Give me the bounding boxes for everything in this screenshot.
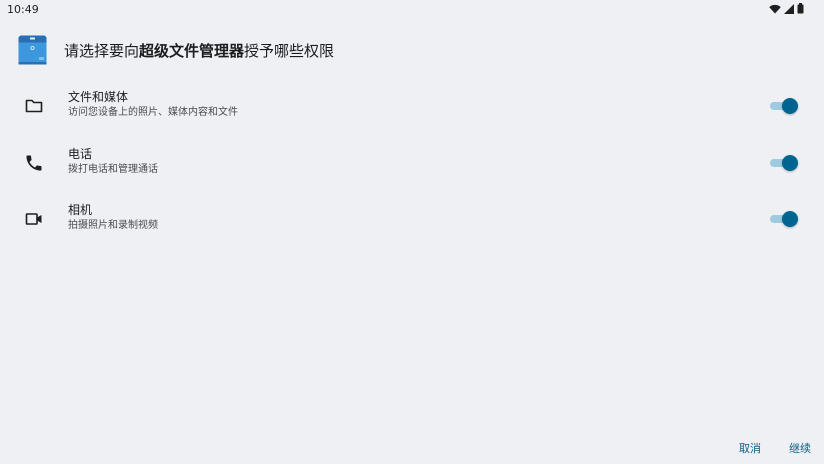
- files-media-toggle[interactable]: [770, 98, 798, 114]
- signal-icon: [784, 3, 794, 14]
- camera-toggle[interactable]: [770, 211, 798, 227]
- phone-icon: [26, 155, 42, 171]
- title-prefix: 请选择要向: [64, 41, 140, 60]
- permission-title: 电话: [68, 147, 93, 161]
- file-manager-app-icon: [18, 35, 47, 65]
- page-title: 请选择要向超级文件管理器授予哪些权限: [64, 40, 334, 61]
- toggle-thumb: [782, 211, 798, 227]
- wifi-icon: [769, 4, 781, 13]
- continue-button[interactable]: 继续: [785, 438, 815, 458]
- phone-toggle[interactable]: [770, 155, 798, 171]
- permission-description: 拨打电话和管理通话: [68, 164, 158, 175]
- permission-text: 电话 拨打电话和管理通话: [68, 147, 158, 177]
- cancel-button[interactable]: 取消: [735, 438, 765, 458]
- permission-row-camera[interactable]: 相机 拍摄照片和录制视频: [0, 197, 824, 241]
- permission-description: 拍摄照片和录制视频: [68, 220, 158, 231]
- permission-title: 文件和媒体: [68, 90, 129, 104]
- folder-icon: [25, 99, 43, 113]
- status-icons: [769, 3, 804, 14]
- permission-row-phone[interactable]: 电话 拨打电话和管理通话: [0, 141, 824, 185]
- toggle-thumb: [782, 155, 798, 171]
- dialog-header: 请选择要向超级文件管理器授予哪些权限: [18, 34, 334, 66]
- title-suffix: 授予哪些权限: [244, 41, 335, 60]
- app-name: 超级文件管理器: [139, 41, 245, 60]
- status-bar: 10:49: [0, 0, 824, 18]
- permission-description: 访问您设备上的照片、媒体内容和文件: [68, 107, 238, 118]
- permission-screen: 10:49 请选择要向超级文件管理器授予哪些权限 文件和媒体 访问您设备上的照片…: [0, 0, 824, 464]
- permission-title: 相机: [68, 203, 93, 217]
- status-time: 10:49: [7, 3, 39, 16]
- permission-text: 相机 拍摄照片和录制视频: [68, 203, 158, 233]
- battery-icon: [797, 3, 804, 14]
- permission-text: 文件和媒体 访问您设备上的照片、媒体内容和文件: [68, 90, 238, 120]
- permission-row-files-media[interactable]: 文件和媒体 访问您设备上的照片、媒体内容和文件: [0, 84, 824, 128]
- camera-icon: [25, 213, 42, 225]
- toggle-thumb: [782, 98, 798, 114]
